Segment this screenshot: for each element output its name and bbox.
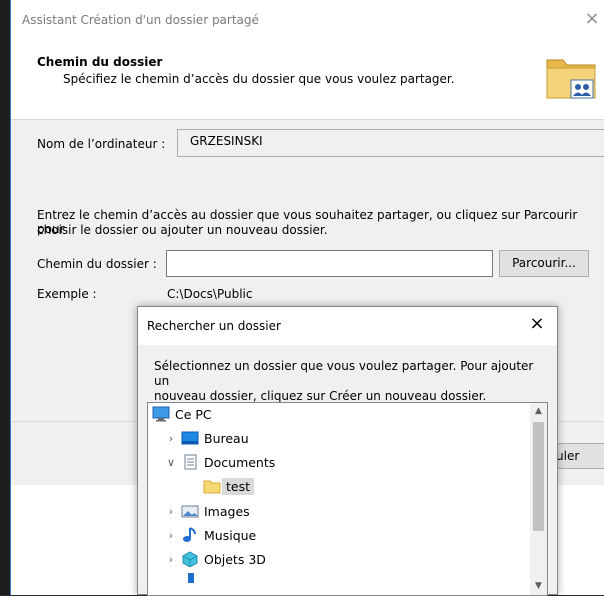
scroll-down-icon[interactable]: ▼	[530, 578, 547, 595]
tree-item-label: test	[222, 477, 255, 495]
chevron-right-icon[interactable]: ›	[164, 505, 178, 518]
tree-item-objets-3d[interactable]: › Objets 3D	[164, 548, 266, 570]
computer-name-label: Nom de l’ordinateur :	[37, 137, 166, 151]
chevron-down-icon[interactable]: ∨	[164, 456, 178, 469]
tree-item-label: Documents	[204, 454, 276, 470]
chevron-right-icon[interactable]: ›	[164, 529, 178, 542]
desktop-folder-icon	[181, 431, 199, 445]
folder-path-label: Chemin du dossier :	[37, 257, 157, 271]
computer-icon	[152, 406, 170, 422]
tree-item-images[interactable]: › Images	[164, 500, 250, 522]
wizard-header: Chemin du dossier Spécifiez le chemin d’…	[11, 40, 604, 120]
tree-item-ce-pc[interactable]: Ce PC	[150, 403, 212, 425]
scrollbar-thumb[interactable]	[533, 422, 544, 531]
tree-item-documents[interactable]: ∨ Documents	[164, 451, 275, 473]
chevron-right-icon[interactable]: ›	[164, 432, 178, 445]
tree-scrollbar[interactable]: ▲ ▼	[530, 403, 547, 595]
tree-item-label: Bureau	[204, 430, 249, 446]
page-title: Chemin du dossier	[37, 55, 163, 69]
wizard-titlebar: Assistant Création d'un dossier partagé …	[11, 0, 604, 40]
scroll-up-icon[interactable]: ▲	[530, 403, 547, 420]
wizard-close-icon[interactable]: ×	[582, 8, 602, 29]
wizard-title: Assistant Création d'un dossier partagé	[22, 13, 259, 27]
browse-button[interactable]: Parcourir...	[499, 250, 589, 277]
shared-folder-icon	[546, 59, 596, 99]
tree-item-musique[interactable]: › Musique	[164, 524, 256, 546]
chevron-right-icon[interactable]: ›	[164, 553, 178, 566]
tree-item-label: Ce PC	[175, 406, 212, 422]
folder-icon	[203, 480, 221, 494]
dialog-description-line-1: Sélectionnez un dossier que vous voulez …	[154, 359, 534, 388]
3d-objects-folder-icon	[182, 551, 198, 567]
instructions-line-2: choisir le dossier ou ajouter un nouveau…	[37, 223, 328, 237]
dialog-close-icon[interactable]: ×	[527, 313, 547, 334]
music-folder-icon	[183, 527, 196, 542]
tree-item-label: Images	[204, 503, 250, 519]
tree-item-label: Musique	[204, 527, 257, 543]
folder-path-input[interactable]	[166, 250, 493, 277]
documents-folder-icon	[184, 454, 197, 470]
background-strip	[0, 0, 10, 595]
tree-item-bureau[interactable]: › Bureau	[164, 427, 249, 449]
tree-item-test[interactable]: test	[200, 475, 255, 497]
tree-item-label: Objets 3D	[204, 551, 266, 567]
pictures-folder-icon	[181, 505, 199, 518]
browse-folder-dialog: Rechercher un dossier × Sélectionnez un …	[137, 306, 558, 596]
computer-name-field: GRZESINSKI	[177, 129, 604, 157]
example-label: Exemple :	[37, 287, 97, 301]
partial-tree-item-icon	[188, 573, 194, 583]
dialog-title: Rechercher un dossier	[147, 319, 281, 333]
page-subtitle: Spécifiez le chemin d’accès du dossier q…	[63, 72, 455, 86]
folder-tree[interactable]: Ce PC › Bureau ∨ Documents test › Images…	[147, 402, 548, 596]
example-value: C:\Docs\Public	[167, 287, 253, 301]
dialog-titlebar: Rechercher un dossier ×	[138, 307, 557, 345]
dialog-description: Sélectionnez un dossier que vous voulez …	[154, 359, 550, 404]
